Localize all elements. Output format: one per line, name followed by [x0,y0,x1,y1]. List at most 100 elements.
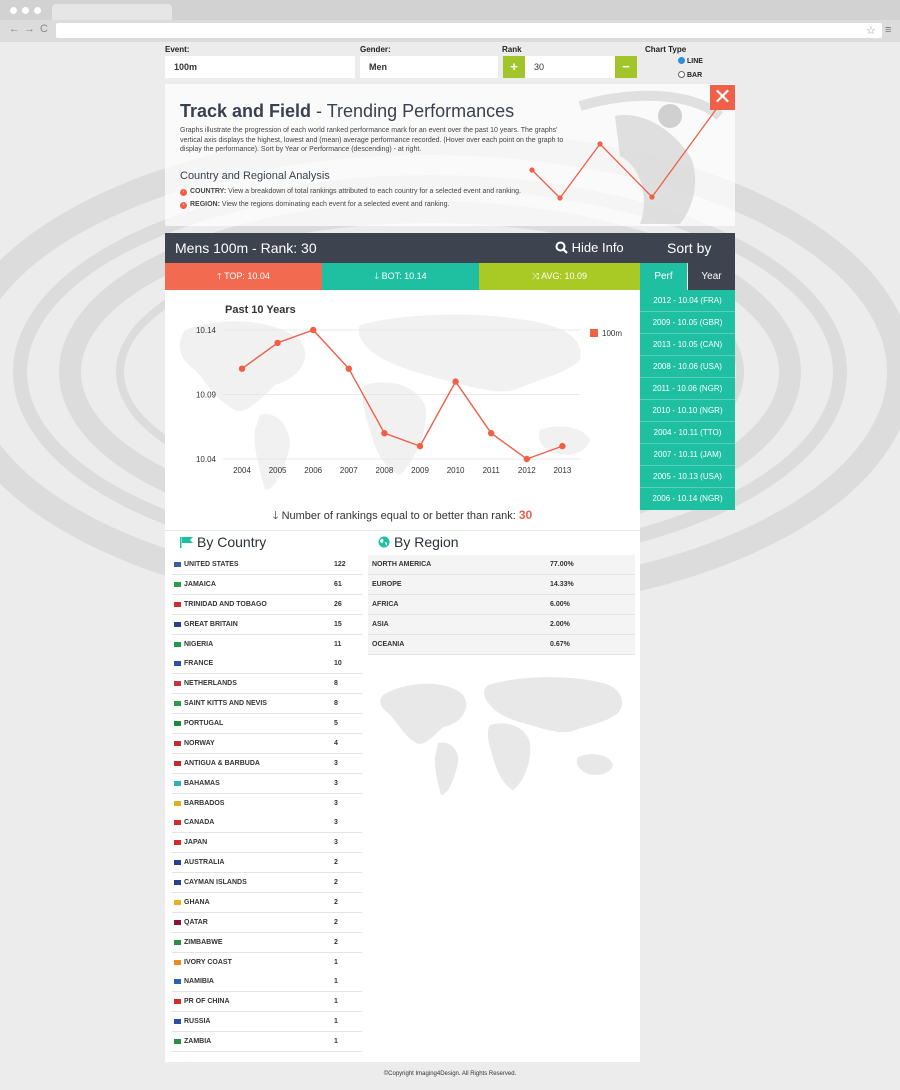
data-point[interactable] [310,326,317,334]
country-row: PR OF CHINA 1 [172,992,362,1013]
country-name: FRANCE [184,660,214,668]
data-point[interactable] [523,455,530,463]
country-count: 1 [334,978,338,986]
sort-list-item[interactable]: 2005 - 10.13 (USA) [640,466,735,488]
forward-icon[interactable]: → [24,23,35,35]
event-select[interactable]: 100m [165,56,355,78]
country-count: 15 [334,620,342,628]
rank-increment-button[interactable]: + [503,56,525,78]
country-count: 2 [334,898,338,906]
data-point[interactable] [274,339,281,347]
country-flag-icon [174,562,181,567]
info-subtitle: Country and Regional Analysis [180,170,330,182]
back-icon[interactable]: ← [9,23,20,35]
sort-by-label: Sort by [667,240,712,256]
country-flag-icon [174,581,181,587]
sort-list-item[interactable]: 2004 - 10.11 (TTO) [640,422,735,444]
country-name: NORWAY [184,739,215,747]
country-row: CANADA 3 [172,813,362,834]
sort-list-item[interactable]: 2006 - 10.14 (NGR) [640,488,735,510]
window-dot-close[interactable] [10,7,17,14]
country-name: ZAMBIA [184,1038,212,1046]
region-row: AFRICA 6.00% [368,595,635,615]
country-flag-icon [174,1019,181,1025]
info-title: Track and Field - Trending Performances [180,101,515,121]
sort-list-item[interactable]: 2008 - 10.06 (USA) [640,356,735,378]
country-name: JAMAICA [184,580,216,588]
close-info-button[interactable]: ✕ [710,85,735,110]
country-flag-icon [174,760,181,766]
region-name: OCEANIA [372,641,405,648]
country-name: TRINIDAD AND TOBAGO [184,600,267,608]
country-flag-icon [174,740,181,746]
rank-decrement-button[interactable]: − [615,56,637,78]
country-name: NIGERIA [184,640,214,648]
country-count: 1 [334,1038,338,1046]
region-percent: 6.00% [550,601,570,608]
chart-type-line-radio[interactable]: LINE [678,57,703,65]
country-count: 11 [334,640,342,648]
region-percent: 0.67% [550,641,570,648]
copyright: ©Copyright Imaging4Design. All Rights Re… [383,1071,517,1077]
hide-info-button[interactable]: Hide Info [555,240,624,255]
country-row: UNITED STATES 122 [172,555,362,575]
country-count: 3 [334,799,338,807]
shuffle-icon: ⤨ [531,271,542,281]
x-tick-label: 2010 [447,466,465,475]
country-flag-icon [174,939,181,945]
region-row: OCEANIA 0.67% [368,635,635,655]
x-tick-label: 2011 [483,466,501,475]
country-flag-icon [174,621,181,627]
country-count: 8 [334,680,338,688]
country-name: SAINT KITTS AND NEVIS [184,700,267,708]
sort-list-item[interactable]: 2009 - 10.05 (GBR) [640,312,735,334]
country-count: 3 [334,759,338,767]
data-point[interactable] [238,365,246,372]
country-row: GHANA 2 [172,892,362,913]
country-flag-icon [174,899,181,905]
data-point[interactable] [381,430,388,437]
country-count: 2 [334,859,338,867]
sort-list-item[interactable]: 2007 - 10.11 (JAM) [640,444,735,466]
country-flag-icon [174,840,181,846]
sort-list-item[interactable]: 2011 - 10.06 (NGR) [640,378,735,400]
country-flag-icon [174,780,181,786]
hamburger-icon[interactable]: ≡ [885,24,891,36]
chart-title: Past 10 Years [225,304,296,316]
country-row: RUSSIA 1 [172,1012,362,1033]
window-dot-minimize[interactable] [22,7,29,14]
data-point[interactable] [559,442,566,450]
rank-input[interactable]: 30 [525,56,615,78]
tab-sort-perf[interactable]: Perf [640,263,687,290]
region-row: EUROPE 14.33% [368,575,635,595]
data-point[interactable] [345,365,352,372]
x-tick-label: 2004 [233,466,251,475]
gender-select[interactable]: Men [360,56,498,78]
star-icon[interactable]: ☆ [866,24,876,37]
x-tick-label: 2005 [269,466,287,475]
x-tick-label: 2007 [340,466,358,475]
window-dot-maximize[interactable] [34,7,41,14]
chart-type-bar-radio[interactable]: BAR [678,71,702,79]
address-bar[interactable] [56,23,882,38]
tab-sort-year[interactable]: Year [688,263,735,290]
data-point[interactable] [452,378,459,385]
x-tick-label: 2008 [376,466,394,475]
country-row: PORTUGAL 5 [172,714,362,735]
browser-tab[interactable] [52,4,172,20]
reload-icon[interactable]: C [40,23,48,35]
data-point[interactable] [488,430,495,437]
country-name: GREAT BRITAIN [184,620,238,628]
data-point[interactable] [416,442,424,450]
sort-list-item[interactable]: 2010 - 10.10 (NGR) [640,400,735,422]
country-flag-icon [174,959,181,965]
y-tick-label: 10.14 [196,326,217,335]
x-tick-label: 2009 [411,466,429,475]
sort-list-item[interactable]: 2013 - 10.05 (CAN) [640,334,735,356]
globe-icon [378,536,390,548]
info-region-item: › REGION: View the regions dominating eac… [180,201,449,209]
country-row: NETHERLANDS 8 [172,674,362,695]
country-row: TRINIDAD AND TOBAGO 26 [172,594,362,615]
by-region-heading: By Region [378,534,459,550]
sort-list-item[interactable]: 2012 - 10.04 (FRA) [640,290,735,312]
